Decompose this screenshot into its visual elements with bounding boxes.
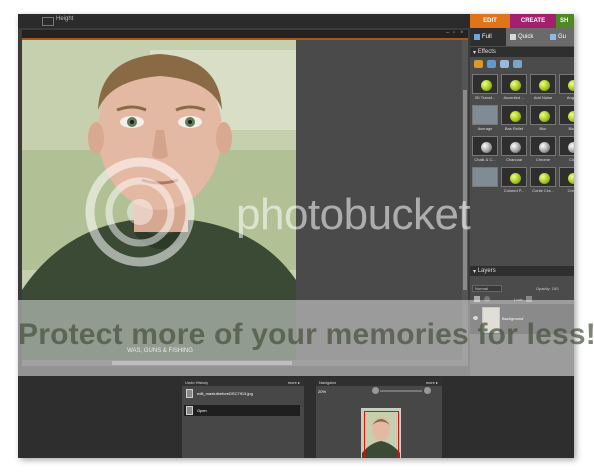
- watermark-brand: photobucket: [236, 190, 471, 239]
- watermark-tagline: Protect more of your memories for less!: [18, 318, 594, 351]
- watermark-banner: Protect more of your memories for less!: [18, 300, 594, 376]
